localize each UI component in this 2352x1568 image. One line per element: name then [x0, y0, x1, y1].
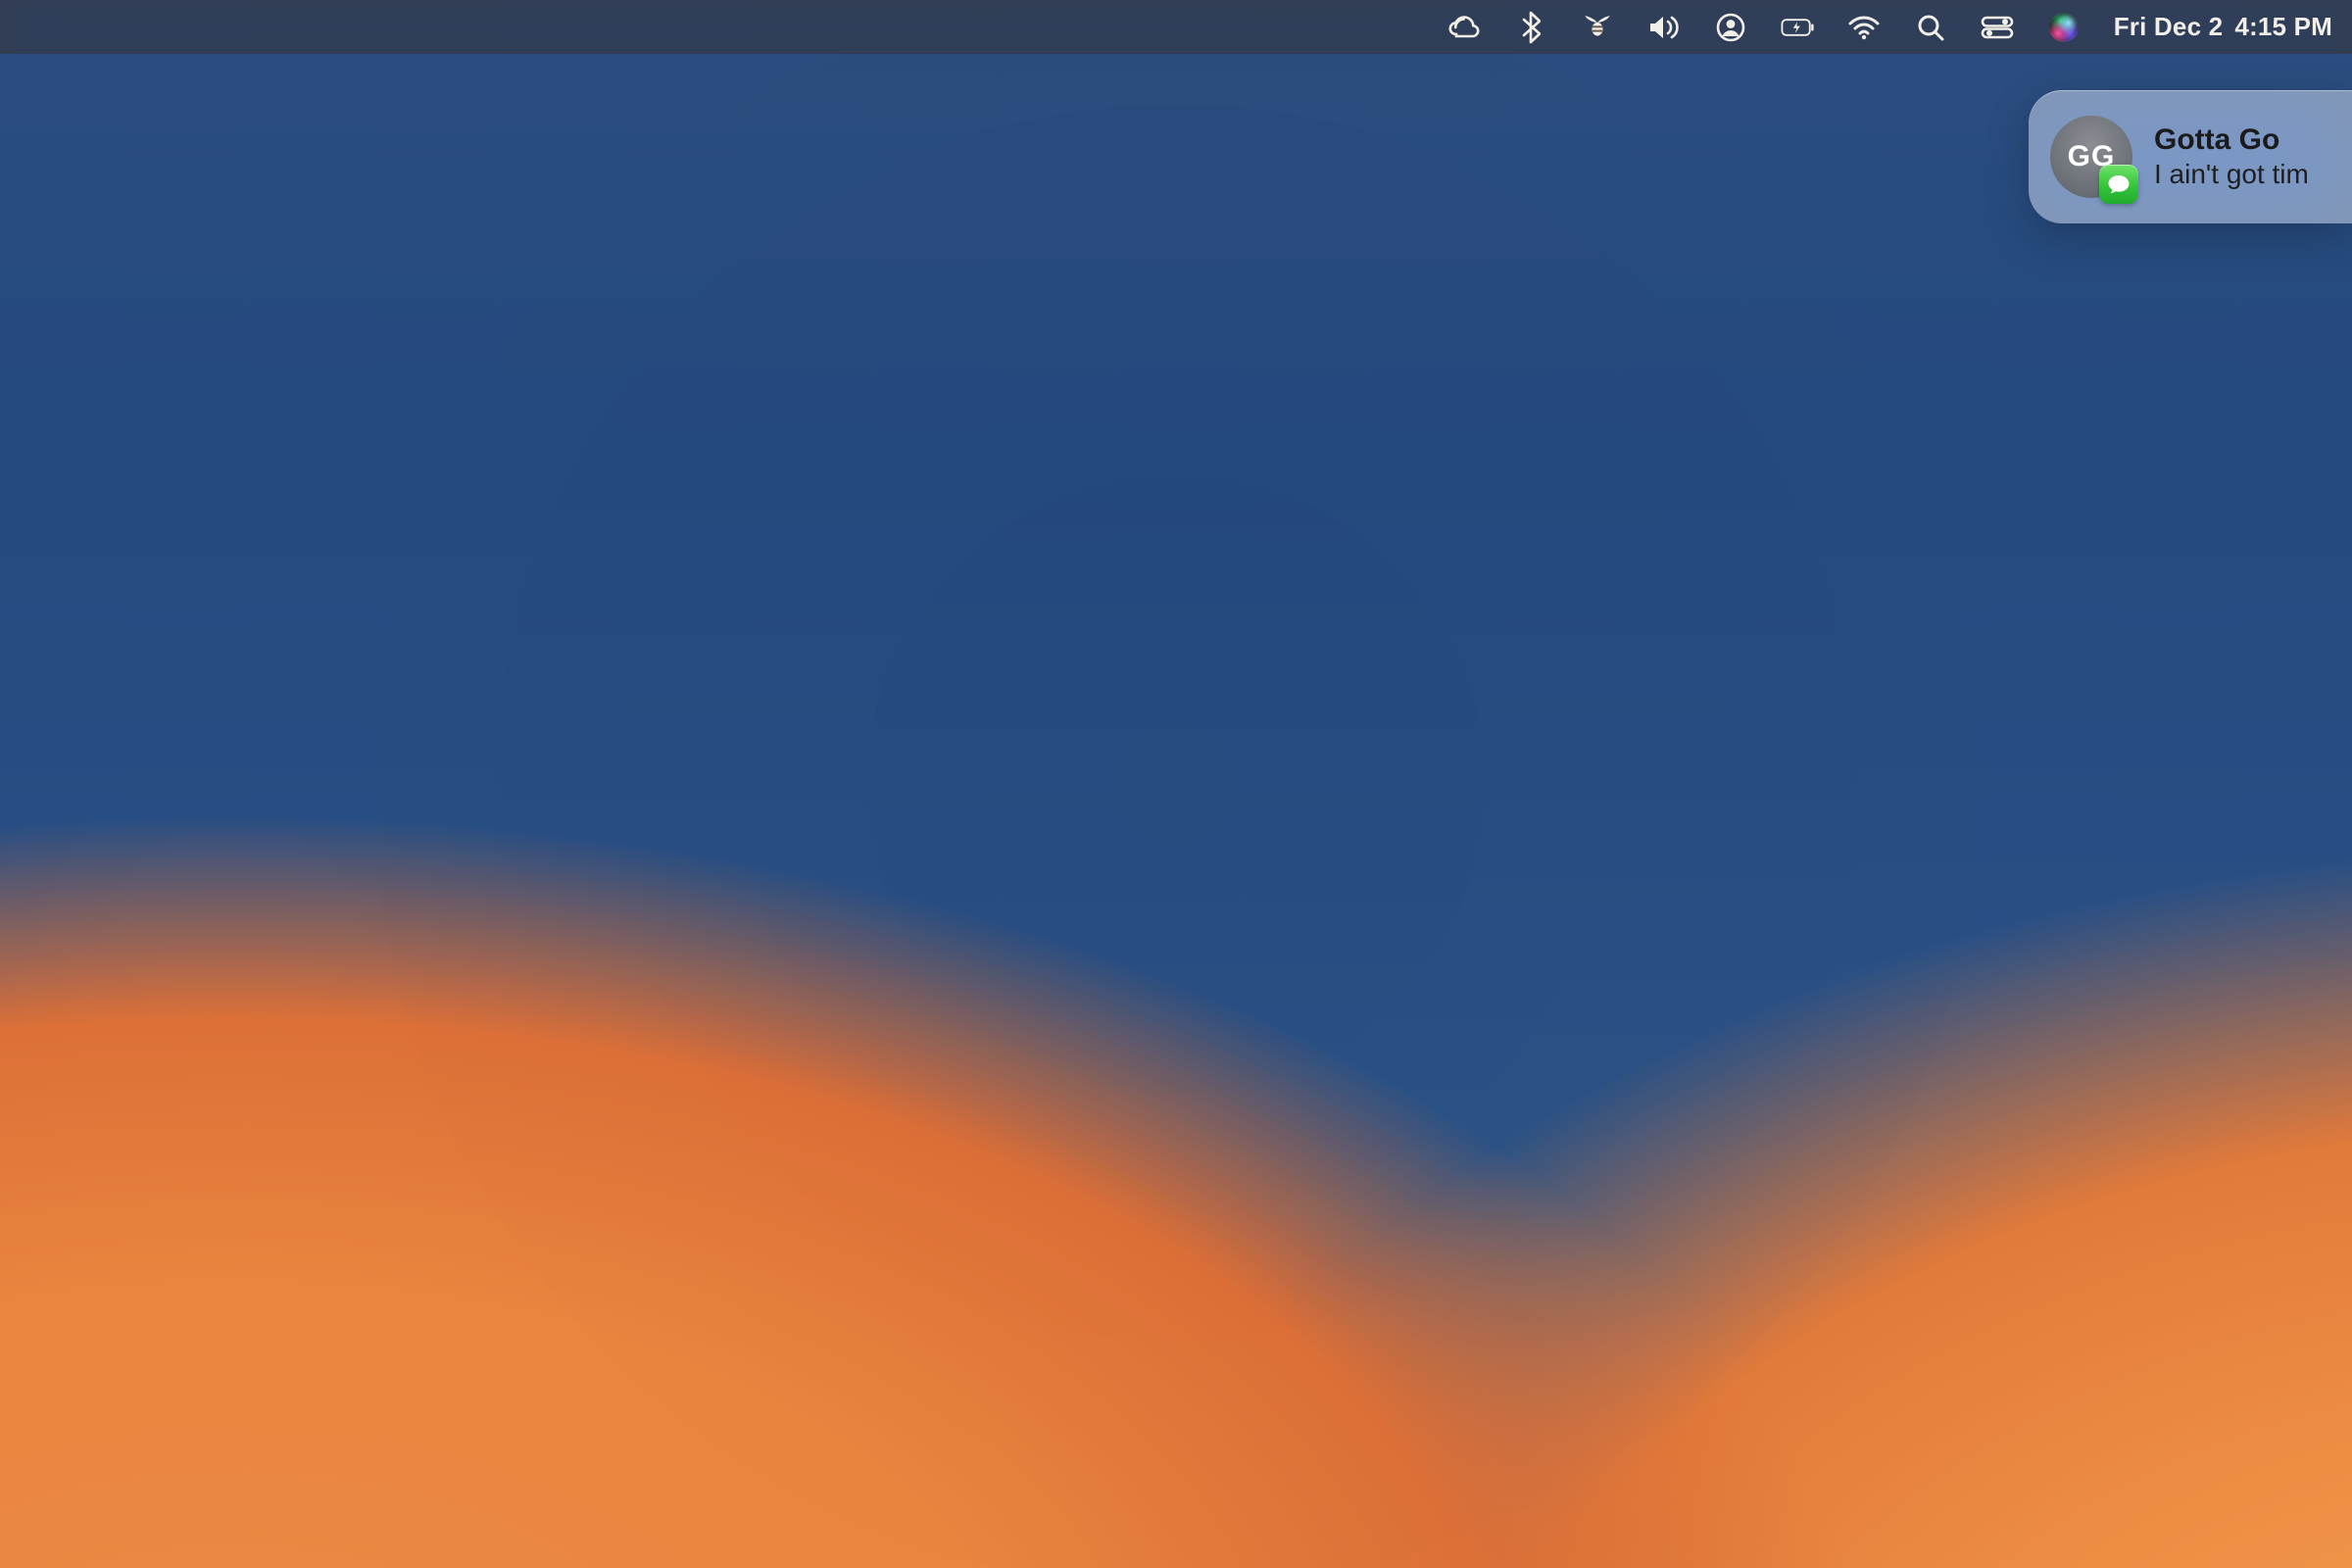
menubar-date: Fri Dec 2 [2114, 12, 2224, 42]
wifi-icon[interactable] [1847, 11, 1881, 44]
desktop-wallpaper [0, 0, 2352, 1568]
messages-icon [2099, 165, 2138, 204]
menubar-clock[interactable]: Fri Dec 2 4:15 PM [2114, 12, 2332, 42]
notification-avatar: GG [2050, 116, 2132, 198]
creative-cloud-icon[interactable] [1447, 11, 1481, 44]
menubar: Fri Dec 2 4:15 PM [0, 0, 2352, 54]
notification-texts: Gotta Go I ain't got tim [2154, 123, 2309, 190]
siri-icon[interactable] [2047, 11, 2081, 44]
menubar-time: 4:15 PM [2234, 12, 2332, 42]
user-switch-icon[interactable] [1714, 11, 1747, 44]
bluetooth-icon[interactable] [1514, 11, 1547, 44]
notification-sender: Gotta Go [2154, 123, 2309, 157]
messages-notification[interactable]: GG Gotta Go I ain't got tim [2029, 90, 2352, 223]
battery-charging-icon[interactable] [1781, 11, 1814, 44]
bee-icon[interactable] [1581, 11, 1614, 44]
control-center-icon[interactable] [1981, 11, 2014, 44]
notification-preview: I ain't got tim [2154, 159, 2309, 190]
spotlight-search-icon[interactable] [1914, 11, 1947, 44]
volume-icon[interactable] [1647, 11, 1681, 44]
